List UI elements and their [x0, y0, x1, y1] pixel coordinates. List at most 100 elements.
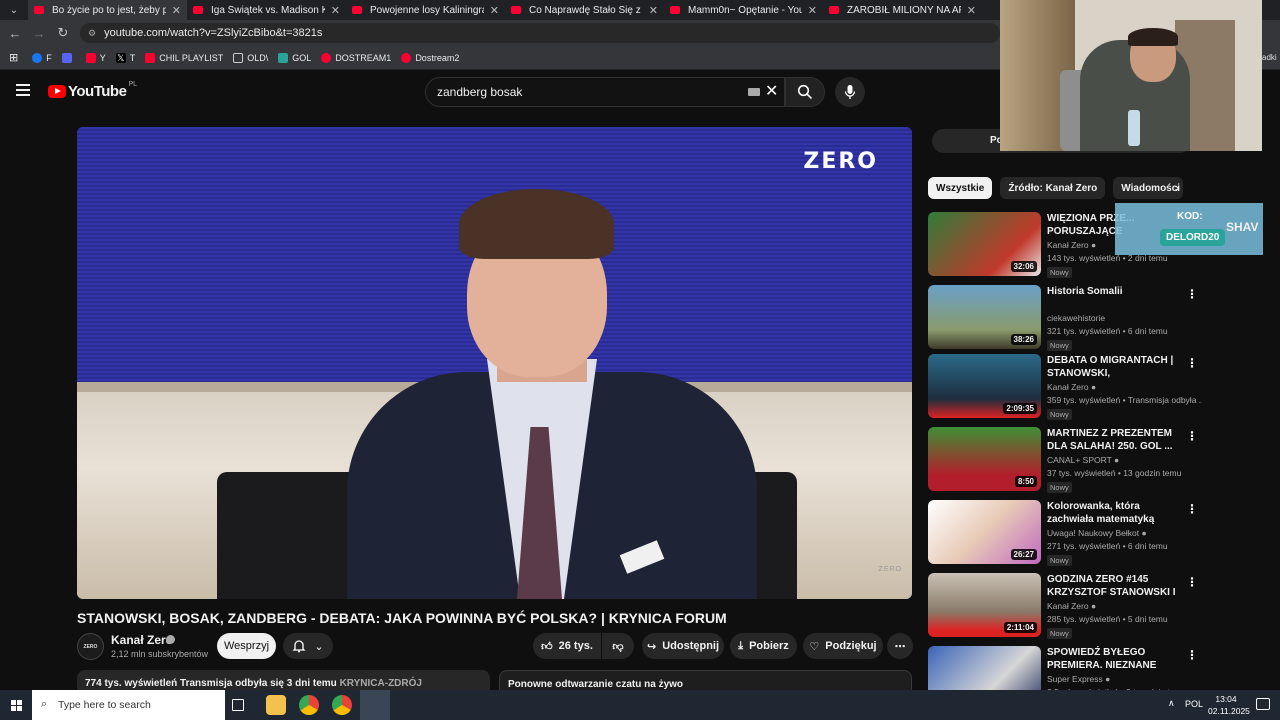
- recommended-video[interactable]: 38:26 Historia Somalii ciekawehistorie 3…: [928, 285, 1208, 351]
- video-thumbnail[interactable]: 2:09:35: [928, 354, 1041, 418]
- channel-name[interactable]: Kanał Zero ●: [1047, 601, 1096, 611]
- notifications-button[interactable]: ⌄: [283, 633, 333, 659]
- video-duration: 38:26: [1010, 334, 1037, 345]
- chip-all[interactable]: Wszystkie: [928, 177, 993, 199]
- channel-name[interactable]: Kanał Zero ●: [1047, 382, 1096, 392]
- bookmark-item[interactable]: DOSTREAM1: [321, 52, 391, 63]
- more-options-icon[interactable]: ⋮: [1186, 575, 1198, 589]
- bookmark-item[interactable]: [61, 52, 76, 63]
- notifications-icon[interactable]: [1256, 698, 1270, 710]
- keyboard-icon[interactable]: [748, 88, 760, 96]
- search-button[interactable]: [785, 77, 825, 107]
- input-language[interactable]: POL: [1185, 699, 1203, 709]
- task-view-icon[interactable]: [232, 699, 244, 711]
- new-badge: Nowy: [1047, 267, 1072, 278]
- close-tab-icon[interactable]: ✕: [967, 4, 976, 17]
- browser-tab[interactable]: Co Naprawdę Stało Się z Made✕: [505, 0, 664, 20]
- more-options-icon[interactable]: ⋮: [1186, 429, 1198, 443]
- video-title[interactable]: SPOWIEDŹ BYŁEGO PREMIERA. NIEZNANE FAKTY…: [1047, 646, 1183, 672]
- bookmark-item[interactable]: GOL: [278, 52, 311, 63]
- close-tab-icon[interactable]: ✕: [808, 4, 817, 17]
- support-button[interactable]: Wesprzyj: [217, 633, 276, 659]
- site-info-icon[interactable]: ⚙: [88, 28, 96, 39]
- bookmark-item[interactable]: 𝕏T: [115, 52, 135, 63]
- video-player[interactable]: ZERO ZERO: [77, 127, 912, 599]
- video-title[interactable]: MARTINEZ Z PREZENTEM DLA SALAHA! 250. GO…: [1047, 427, 1183, 453]
- bookmark-item[interactable]: F: [32, 52, 52, 63]
- video-thumbnail[interactable]: 2:11:04: [928, 573, 1041, 637]
- like-button[interactable]: 👍︎ 26 tys.: [533, 633, 601, 659]
- browser-tab[interactable]: Bo życie po to jest, żeby pożyczać✕: [28, 0, 187, 20]
- tab-search-chevron-icon[interactable]: ⌄: [0, 0, 28, 20]
- chrome-app-icon[interactable]: [332, 695, 352, 715]
- chrome-app-icon[interactable]: [299, 695, 319, 715]
- voice-search-button[interactable]: [835, 77, 865, 107]
- download-button[interactable]: ⤓ Pobierz: [730, 633, 797, 659]
- clock[interactable]: 13:04 02.11.2025: [1208, 693, 1250, 717]
- close-tab-icon[interactable]: ✕: [172, 4, 181, 17]
- channel-name[interactable]: Kanał Zero: [111, 633, 173, 647]
- video-title[interactable]: Kolorowanka, która zachwiała matematyką: [1047, 500, 1183, 526]
- more-options-icon[interactable]: ⋮: [1186, 287, 1198, 301]
- active-app-icon[interactable]: [360, 690, 390, 720]
- location-tag[interactable]: KRYNICA-ZDRÓJ: [340, 678, 422, 689]
- chevron-right-icon[interactable]: ›: [1175, 180, 1179, 195]
- bookmark-item[interactable]: Dostream2: [401, 52, 459, 63]
- recommended-video[interactable]: 26:27 Kolorowanka, która zachwiała matem…: [928, 500, 1208, 566]
- browser-tab[interactable]: ZAROBIŁ MILIONY NA APARTA✕: [823, 0, 982, 20]
- video-thumbnail[interactable]: 8:50: [928, 427, 1041, 491]
- recommended-video[interactable]: 2:09:35 DEBATA O MIGRANTACH | STANOWSKI,…: [928, 354, 1208, 420]
- more-actions-button[interactable]: ⋯: [887, 633, 913, 659]
- close-tab-icon[interactable]: ✕: [331, 4, 340, 17]
- bookmark-item[interactable]: Y: [85, 52, 106, 63]
- tray-overflow-icon[interactable]: ∧: [1168, 698, 1175, 709]
- channel-name[interactable]: ciekawehistorie: [1047, 313, 1105, 323]
- video-thumbnail[interactable]: 32:06: [928, 212, 1041, 276]
- browser-tab[interactable]: Iga Świątek vs. Madison Keys |✕: [187, 0, 346, 20]
- taskbar-search-input[interactable]: ⌕ Type here to search: [32, 690, 225, 720]
- channel-name[interactable]: Uwaga! Naukowy Bełkot ●: [1047, 528, 1147, 538]
- bookmark-folder[interactable]: OLD\: [233, 52, 268, 63]
- menu-icon[interactable]: [16, 84, 30, 96]
- search-input[interactable]: zandberg bosak: [425, 77, 785, 107]
- start-button[interactable]: [0, 690, 32, 720]
- new-badge: Nowy: [1047, 409, 1072, 420]
- share-button[interactable]: ↪ Udostępnij: [642, 633, 724, 659]
- forward-arrow-icon[interactable]: →: [27, 26, 51, 41]
- more-options-icon[interactable]: ⋮: [1186, 356, 1198, 370]
- more-options-icon[interactable]: ⋮: [1186, 502, 1198, 516]
- recommended-video[interactable]: 2:11:04 GODZINA ZERO #145 KRZYSZTOF STAN…: [928, 573, 1208, 639]
- channel-avatar[interactable]: ZERO: [77, 633, 104, 660]
- video-thumbnail[interactable]: 38:26: [928, 285, 1041, 349]
- search-icon: ⌕: [41, 698, 48, 710]
- video-meta: 271 tys. wyświetleń • 6 dni temu: [1047, 541, 1168, 551]
- channel-name[interactable]: CANAL+ SPORT ●: [1047, 455, 1119, 465]
- video-title[interactable]: DEBATA O MIGRANTACH | STANOWSKI, ZAJĄCZK…: [1047, 354, 1183, 380]
- apps-grid-icon[interactable]: ⊞: [9, 51, 18, 64]
- browser-tab[interactable]: Mamm0n~ Opętanie - YouTube✕: [664, 0, 823, 20]
- back-arrow-icon[interactable]: ←: [3, 26, 27, 41]
- channel-name[interactable]: Super Express ●: [1047, 674, 1110, 684]
- video-thumbnail[interactable]: 26:27: [928, 500, 1041, 564]
- sponsor-code-overlay: KOD: DELORD20 SHAV: [1115, 203, 1263, 255]
- reload-icon[interactable]: ↻: [51, 25, 75, 41]
- close-tab-icon[interactable]: ✕: [490, 4, 499, 17]
- verified-badge-icon: ●: [1090, 601, 1097, 611]
- browser-tab[interactable]: Powojenne losy Kaliningradu. P✕: [346, 0, 505, 20]
- recommended-video[interactable]: 8:50 MARTINEZ Z PREZENTEM DLA SALAHA! 25…: [928, 427, 1208, 493]
- youtube-logo[interactable]: YouTube PL: [48, 81, 137, 100]
- address-bar[interactable]: ⚙ youtube.com/watch?v=ZSlyiZcBibo&t=3821…: [80, 23, 1000, 43]
- thanks-button[interactable]: ♡ Podziękuj: [803, 633, 883, 659]
- channel-name[interactable]: Kanał Zero ●: [1047, 240, 1096, 250]
- chip-news[interactable]: Wiadomości z: [1113, 177, 1184, 199]
- chip-source-channel[interactable]: Źródło: Kanał Zero: [1000, 177, 1106, 199]
- youtube-favicon-icon: [829, 6, 839, 14]
- file-explorer-icon[interactable]: [266, 695, 286, 715]
- dislike-button[interactable]: 👎︎: [602, 633, 634, 659]
- video-title[interactable]: GODZINA ZERO #145 KRZYSZTOF STANOWSKI I …: [1047, 573, 1183, 599]
- clear-search-icon[interactable]: ✕: [765, 81, 778, 101]
- more-options-icon[interactable]: ⋮: [1186, 648, 1198, 662]
- bookmark-item[interactable]: CHIL PLAYLIST: [145, 52, 223, 63]
- video-title[interactable]: Historia Somalii: [1047, 285, 1183, 298]
- close-tab-icon[interactable]: ✕: [649, 4, 658, 17]
